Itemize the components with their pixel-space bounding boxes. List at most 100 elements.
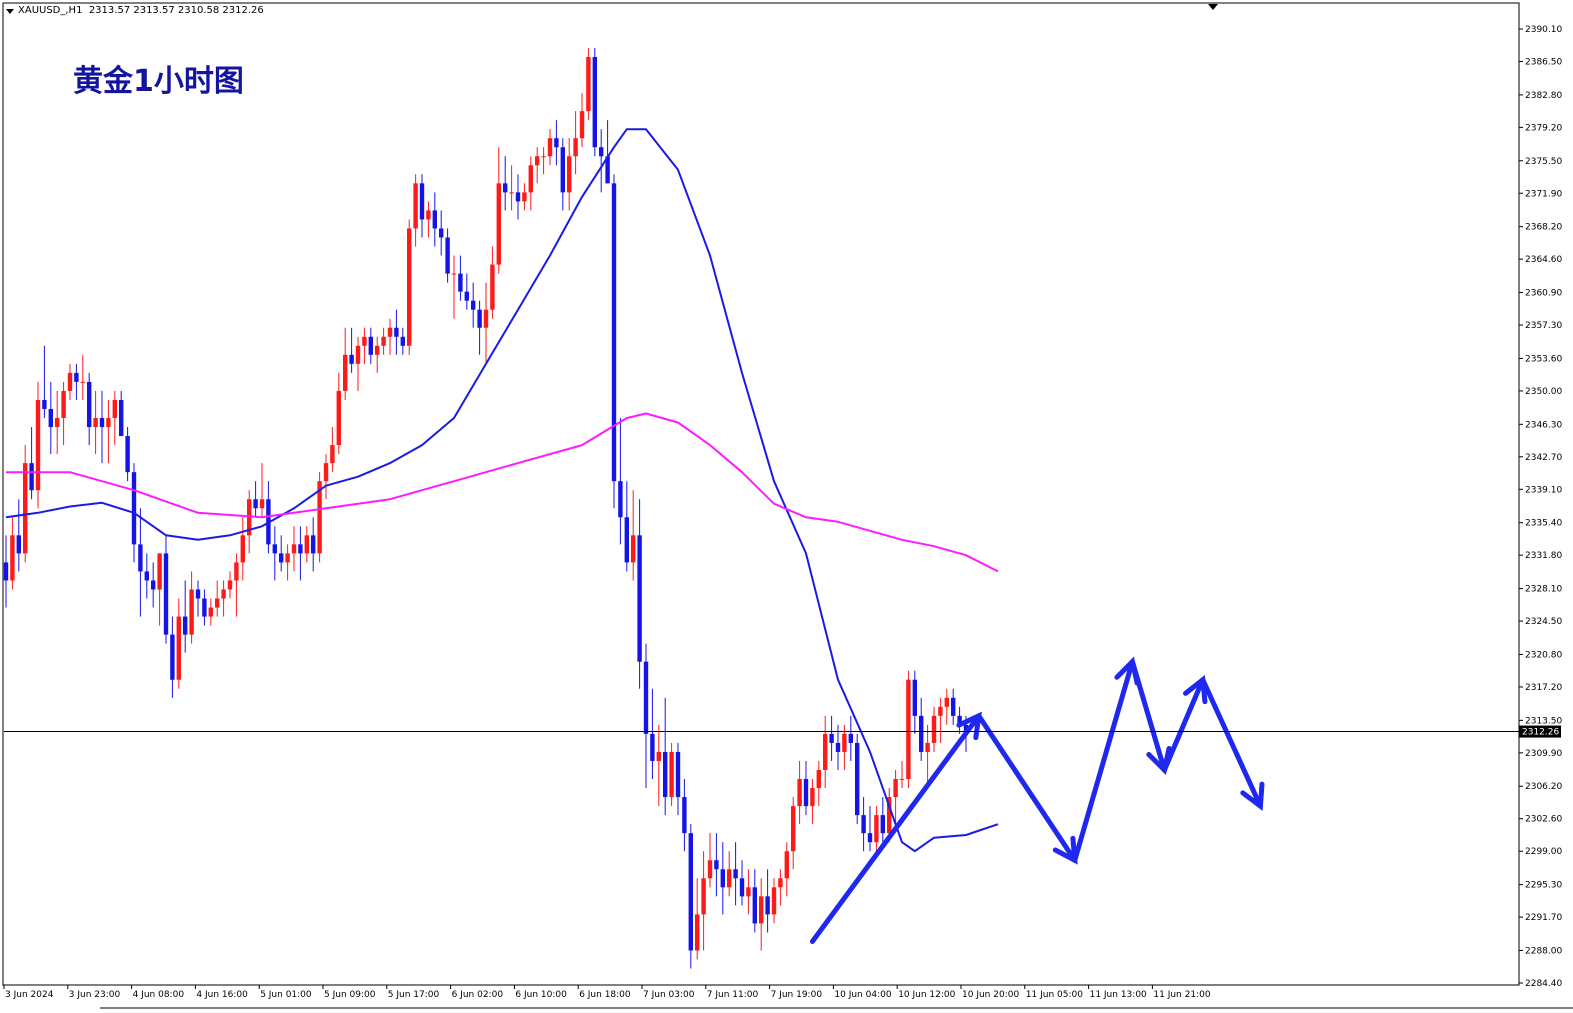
time-tick-label: 6 Jun 02:00 xyxy=(452,990,504,1000)
candle-body xyxy=(202,598,207,617)
candle-body xyxy=(74,372,79,382)
candle-body xyxy=(215,598,220,608)
candle-body xyxy=(432,210,437,229)
price-tick-label: 2317.20 xyxy=(1525,683,1562,693)
candle-body xyxy=(151,580,156,590)
candle-body xyxy=(99,418,105,428)
candle-body xyxy=(279,553,284,563)
candle-body xyxy=(42,399,47,409)
current-price-line: 2312.26 xyxy=(4,725,1561,738)
candle-body xyxy=(669,751,674,798)
price-tick-label: 2331.80 xyxy=(1525,551,1562,561)
candle-body xyxy=(375,345,380,355)
time-tick-label: 10 Jun 20:00 xyxy=(962,990,1019,1000)
time-tick-label: 10 Jun 12:00 xyxy=(898,990,955,1000)
time-tick-label: 4 Jun 08:00 xyxy=(133,990,185,1000)
price-tick-label: 2339.10 xyxy=(1525,485,1562,495)
candle-body xyxy=(797,779,802,807)
candle-body xyxy=(573,138,578,157)
candle-body xyxy=(336,390,341,446)
candle-body xyxy=(413,183,418,229)
candle-body xyxy=(451,273,457,275)
price-axis: 2390.10 2386.50 2382.80 2379.20 2375.50 2371.… xyxy=(1519,25,1562,989)
candle-body xyxy=(400,336,405,346)
time-tick-label: 7 Jun 11:00 xyxy=(707,990,759,1000)
candle-body xyxy=(189,589,194,635)
candle-body xyxy=(157,553,162,590)
time-tick-label: 11 Jun 13:00 xyxy=(1090,990,1147,1000)
candle-body xyxy=(29,463,34,491)
candle-body xyxy=(61,390,66,419)
candle-body xyxy=(291,544,297,554)
candle-body xyxy=(835,742,841,752)
candle-body xyxy=(746,887,751,897)
candle-body xyxy=(803,779,809,807)
candle-body xyxy=(535,156,540,166)
candle-body xyxy=(477,309,482,328)
time-axis: 3 Jun 2024 3 Jun 23:00 4 Jun 08:00 4 Jun 16… xyxy=(3,985,1211,1000)
trend-arrow-line xyxy=(1072,659,1135,863)
candle-body xyxy=(855,742,860,816)
candle-body xyxy=(355,345,361,364)
candle-body xyxy=(899,779,905,781)
price-tick-label: 2386.50 xyxy=(1525,57,1562,67)
candle-body xyxy=(253,499,258,509)
candle-body xyxy=(541,156,546,158)
candle-body xyxy=(663,751,668,798)
candle-body xyxy=(893,779,898,798)
candle-body xyxy=(880,815,885,834)
time-tick-label: 5 Jun 09:00 xyxy=(324,990,376,1000)
candle-body xyxy=(304,535,309,554)
trend-arrows-layer xyxy=(809,656,1265,944)
candle-body xyxy=(483,309,489,328)
candle-body xyxy=(368,336,373,355)
candle-body xyxy=(861,815,866,834)
current-price-label: 2312.26 xyxy=(1522,728,1559,738)
candle-body xyxy=(272,544,277,554)
candle-body xyxy=(48,408,53,428)
candle-body xyxy=(394,327,399,337)
candle-body xyxy=(624,517,629,563)
candle-body xyxy=(714,860,719,870)
price-chart[interactable]: 2390.10 2386.50 2382.80 2379.20 2375.50 2371.… xyxy=(0,0,1573,1013)
candle-body xyxy=(407,228,412,346)
candle-body xyxy=(944,697,949,707)
candle-body xyxy=(791,806,796,852)
candle-body xyxy=(599,147,604,157)
price-tick-label: 2379.20 xyxy=(1525,123,1562,133)
candle-body xyxy=(906,679,911,780)
candle-body xyxy=(503,183,508,193)
candle-body xyxy=(579,111,585,139)
candle-body xyxy=(938,706,943,716)
candle-body xyxy=(701,878,706,915)
candle-body xyxy=(343,354,348,391)
candle-body xyxy=(195,589,201,599)
time-tick-label: 11 Jun 05:00 xyxy=(1026,990,1083,1000)
candle-body xyxy=(509,192,514,194)
price-tick-label: 2284.40 xyxy=(1525,979,1562,989)
candle-body xyxy=(80,381,85,383)
candle-body xyxy=(567,156,572,193)
price-tick-label: 2328.10 xyxy=(1525,585,1562,595)
candle-body xyxy=(586,56,591,112)
candle-body xyxy=(496,183,501,265)
candle-body xyxy=(93,418,98,428)
chart-title: 黄金1小时图 xyxy=(73,64,244,99)
candle-body xyxy=(445,237,450,274)
price-tick-label: 2299.00 xyxy=(1525,847,1562,857)
candle-body xyxy=(733,869,738,879)
candle-body xyxy=(816,769,821,789)
candle-body xyxy=(919,715,924,752)
time-tick-label: 3 Jun 23:00 xyxy=(69,990,121,1000)
candle-body xyxy=(163,553,169,635)
candle-body xyxy=(349,354,354,364)
candle-body xyxy=(931,715,937,743)
candle-body xyxy=(381,336,386,346)
candle-body xyxy=(675,751,681,798)
candle-body xyxy=(119,399,124,437)
candle-body xyxy=(23,463,28,554)
candle-body xyxy=(515,192,521,202)
candle-body xyxy=(144,571,149,581)
candle-body xyxy=(784,851,789,879)
candle-body xyxy=(426,210,431,220)
